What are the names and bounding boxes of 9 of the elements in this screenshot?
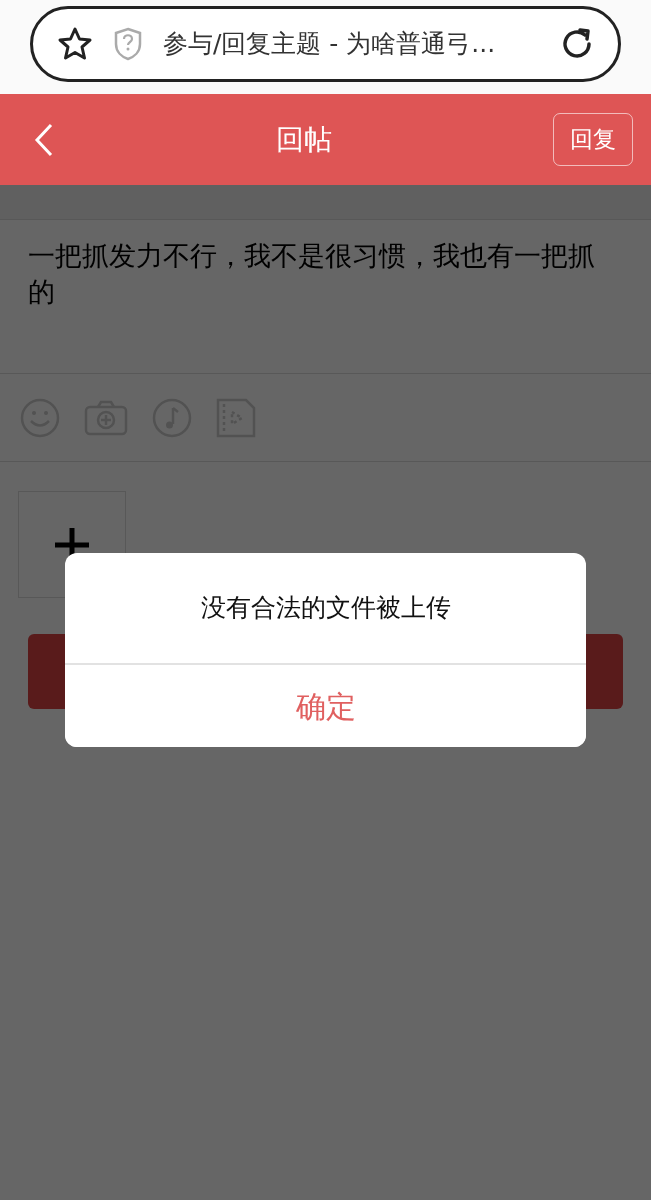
back-icon[interactable] (34, 122, 54, 157)
reload-icon[interactable] (560, 27, 594, 61)
reply-button[interactable]: 回复 (553, 113, 633, 166)
reply-text[interactable]: 一把抓发力不行，我不是很习惯，我也有一把抓的 (0, 220, 651, 374)
address-bar[interactable]: 参与/回复主题 - 为啥普通弓... (30, 6, 621, 82)
header-title: 回帖 (275, 121, 332, 158)
star-icon[interactable] (57, 27, 93, 61)
shield-icon[interactable] (113, 27, 143, 61)
page-title: 参与/回复主题 - 为啥普通弓... (163, 28, 497, 61)
